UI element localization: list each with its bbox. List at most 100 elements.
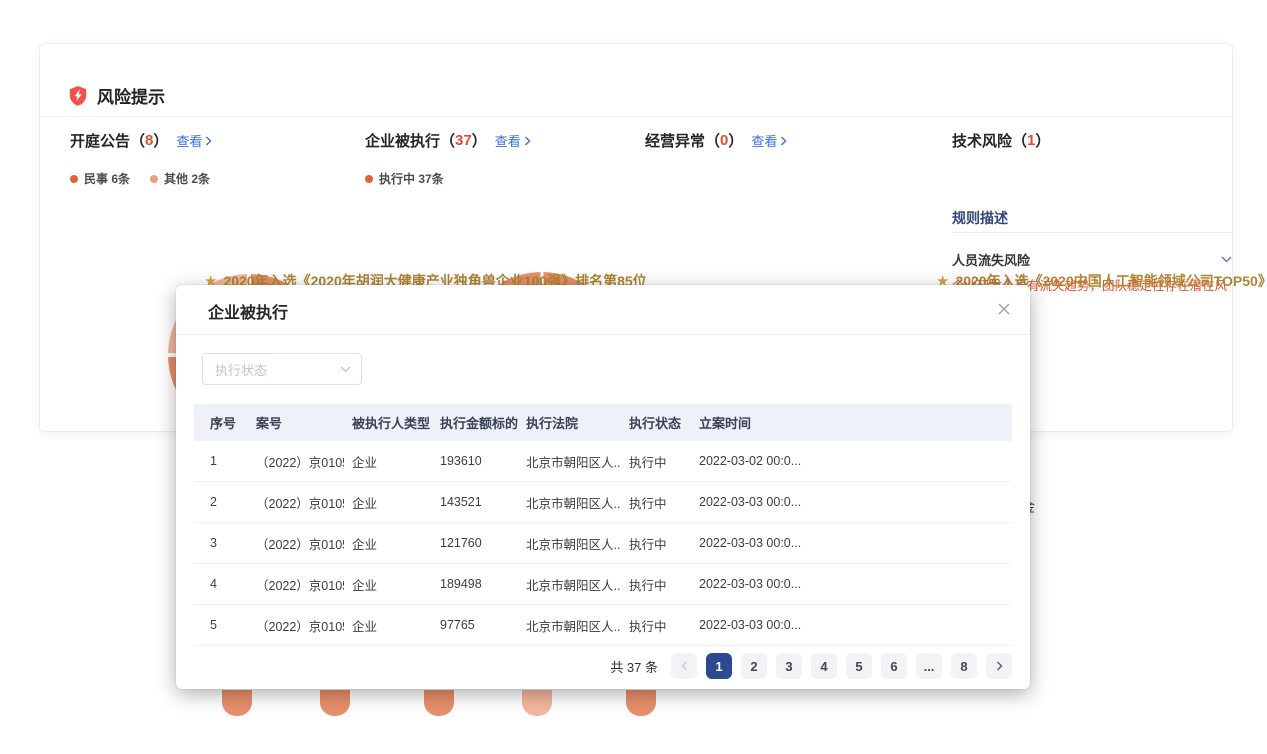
cell-case: （2022）京0105... (256, 575, 344, 594)
chevron-down-icon (1221, 256, 1232, 263)
page-button[interactable]: 1 (706, 653, 732, 679)
section-title-text: 开庭公告 (70, 130, 130, 151)
occluded-chart-fragment (222, 690, 252, 716)
cell-court: 北京市朝阳区人... (526, 534, 621, 553)
cell-status: 执行中 (629, 452, 691, 471)
section-count: 8 (145, 132, 153, 149)
view-label: 查看 (751, 131, 777, 150)
cell-court: 北京市朝阳区人... (526, 452, 621, 471)
page-button[interactable]: 5 (846, 653, 872, 679)
header-cell: 立案时间 (699, 413, 829, 432)
cell-status: 执行中 (629, 534, 691, 553)
header-cell: 执行金额标的 (440, 413, 518, 432)
header-cell: 被执行人类型 (352, 413, 432, 432)
cell-court: 北京市朝阳区人... (526, 493, 621, 512)
legend-label: 民事 6条 (84, 170, 130, 187)
view-link-execution[interactable]: 查看 (495, 131, 531, 150)
page-button[interactable]: 2 (741, 653, 767, 679)
section-title: 开庭公告 （ 8 ） 查看 (70, 130, 212, 151)
occluded-chart-fragment (626, 690, 656, 716)
cell-amount: 97765 (440, 618, 518, 632)
cell-amount: 193610 (440, 454, 518, 468)
cell-case: （2022）京0105... (256, 534, 344, 553)
legend-dot (70, 175, 78, 183)
chevron-left-icon (681, 661, 688, 671)
cell-date: 2022-03-03 00:0... (699, 495, 829, 509)
chevron-right-icon (996, 661, 1003, 671)
section-title-text: 技术风险 (952, 130, 1012, 151)
cell-status: 执行中 (629, 616, 691, 635)
shield-bolt-icon (68, 85, 88, 107)
page-root: 风险提示 开庭公告 （ 8 ） 查看 民事 6条 其他 2条 企业 (0, 0, 1267, 754)
next-page-button[interactable] (986, 653, 1012, 679)
page-button[interactable]: 3 (776, 653, 802, 679)
modal-divider (176, 334, 1030, 335)
chevron-right-icon (780, 136, 787, 146)
legend-item: 其他 2条 (150, 170, 210, 187)
cell-status: 执行中 (629, 575, 691, 594)
section-count: 0 (720, 132, 728, 149)
occluded-chart-fragment (320, 690, 350, 716)
header-divider (40, 116, 1232, 117)
page-button[interactable]: 6 (881, 653, 907, 679)
section-title: 企业被执行 （ 37 ） 查看 (365, 130, 531, 151)
tab-divider (952, 232, 1232, 233)
close-icon (998, 303, 1010, 315)
legend-item: 执行中 37条 (365, 170, 444, 187)
section-enterprise-execution: 企业被执行 （ 37 ） 查看 执行中 37条 (365, 130, 531, 151)
table-header-row: 序号 案号 被执行人类型 执行金额标的 执行法院 执行状态 立案时间 (194, 404, 1012, 441)
prev-page-button[interactable] (671, 653, 697, 679)
section-count: 37 (455, 132, 472, 149)
ellipsis-button[interactable]: ... (916, 653, 942, 679)
occluded-chart-fragment (424, 690, 454, 716)
cell-case: （2022）京0105... (256, 493, 344, 512)
cell-case: （2022）京0105... (256, 616, 344, 635)
paren-close: ） (728, 130, 743, 151)
paren-open: （ (130, 130, 145, 151)
cell-court: 北京市朝阳区人... (526, 575, 621, 594)
chevron-right-icon (205, 136, 212, 146)
legend-court: 民事 6条 其他 2条 (70, 170, 210, 187)
cell-date: 2022-03-03 00:0... (699, 536, 829, 550)
cell-court: 北京市朝阳区人... (526, 616, 621, 635)
enterprise-execution-modal: 企业被执行 执行状态 序号 案号 被执行人类型 执行金额标的 执行法院 执行状态… (176, 285, 1030, 689)
page-button[interactable]: 4 (811, 653, 837, 679)
legend-dot (150, 175, 158, 183)
view-label: 查看 (176, 131, 202, 150)
paren-close: ） (153, 130, 168, 151)
chevron-down-icon (340, 366, 351, 373)
table-row: 5 （2022）京0105... 企业 97765 北京市朝阳区人... 执行中… (194, 605, 1012, 646)
legend-label: 其他 2条 (164, 170, 210, 187)
rule-collapse-row[interactable]: 人员流失风险 (952, 250, 1232, 269)
section-tech-risk: 技术风险 （ 1 ） 规则描述 人员流失风险 企业研发人员有流失趋势，团队稳定性… (952, 130, 1232, 151)
occluded-chart-fragment (522, 690, 552, 716)
legend-label: 执行中 37条 (379, 170, 444, 187)
view-link-anomaly[interactable]: 查看 (751, 131, 787, 150)
legend-item: 民事 6条 (70, 170, 130, 187)
cell-status: 执行中 (629, 493, 691, 512)
section-title-text: 经营异常 (645, 130, 705, 151)
cell-no: 5 (210, 618, 248, 632)
cell-amount: 189498 (440, 577, 518, 591)
cell-no: 1 (210, 454, 248, 468)
section-court-announcements: 开庭公告 （ 8 ） 查看 民事 6条 其他 2条 (70, 130, 212, 151)
paren-open: （ (705, 130, 720, 151)
paren-open: （ (1012, 130, 1027, 151)
paren-open: （ (440, 130, 455, 151)
view-link-court[interactable]: 查看 (176, 131, 212, 150)
cell-amount: 143521 (440, 495, 518, 509)
cell-no: 2 (210, 495, 248, 509)
page-button[interactable]: 8 (951, 653, 977, 679)
cell-amount: 121760 (440, 536, 518, 550)
section-business-anomaly: 经营异常 （ 0 ） 查看 (645, 130, 787, 151)
section-title-text: 企业被执行 (365, 130, 440, 151)
legend-execution: 执行中 37条 (365, 170, 444, 187)
close-button[interactable] (994, 299, 1014, 319)
section-title: 经营异常 （ 0 ） 查看 (645, 130, 787, 151)
panel-header: 风险提示 (68, 72, 165, 120)
paren-close: ） (472, 130, 487, 151)
chevron-right-icon (524, 136, 531, 146)
tab-rule-description[interactable]: 规则描述 (952, 208, 1008, 228)
cell-type: 企业 (352, 616, 432, 635)
execution-status-select[interactable]: 执行状态 (202, 353, 362, 385)
